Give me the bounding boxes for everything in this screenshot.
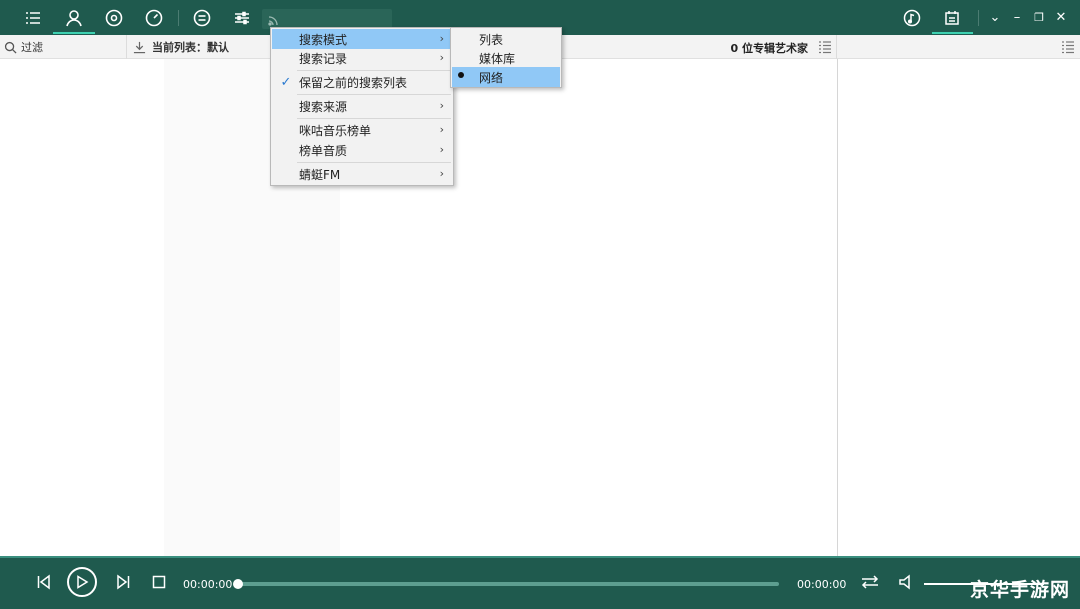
active-right-tab-indicator [932,32,973,34]
download-icon [133,41,146,53]
submenu-item-label: 媒体库 [479,51,516,66]
submenu-item-label: 网络 [479,70,504,85]
progress-bar[interactable] [238,582,779,586]
active-tab-indicator [53,32,95,34]
chevron-right-icon: › [439,123,444,136]
play-button[interactable] [67,567,97,597]
calendar-icon[interactable] [942,8,962,28]
total-time: 00:00:00 [797,578,847,591]
chevron-right-icon: › [439,167,444,180]
toolbar-divider [178,10,179,26]
menu-item-label: 搜索记录 [299,51,348,66]
menu-lines-icon[interactable] [1061,40,1075,54]
menu-divider [297,118,451,119]
progress-knob[interactable] [233,579,243,589]
search-mode-submenu: 列表 媒体库 网络 [450,27,562,88]
submenu-item-network[interactable]: 网络 [452,67,560,87]
toolbar-divider [126,35,127,59]
collapse-button[interactable]: ⌄ [988,10,1002,25]
equalizer-circle-icon[interactable] [192,8,212,28]
gauge-icon[interactable] [144,8,164,28]
menu-item-label: 搜索模式 [299,32,348,47]
playlist-pane[interactable] [837,59,1080,556]
repeat-icon[interactable] [860,573,880,591]
volume-icon[interactable] [897,573,915,591]
search-box[interactable] [262,9,392,29]
previous-icon[interactable] [35,573,53,591]
window-controls-divider [978,10,979,26]
next-icon[interactable] [114,573,132,591]
play-icon [77,575,89,589]
radio-bullet-icon [458,72,464,78]
album-artist-count: 0 位专辑艺术家 [730,42,808,55]
menu-item-label: 蜻蜓FM [299,167,341,182]
menu-item-label: 咪咕音乐榜单 [299,123,372,138]
checkmark-icon: ✓ [280,74,292,90]
menu-item-search-source[interactable]: 搜索来源 › [272,96,452,116]
menu-item-qingting-fm[interactable]: 蜻蜓FM › [272,164,452,184]
watermark: 京华手游网 [970,579,1071,601]
menu-divider [297,94,451,95]
chevron-right-icon: › [439,99,444,112]
filter-label: 过滤 [21,41,43,54]
disc-icon[interactable] [104,8,124,28]
list-icon[interactable] [23,8,43,28]
menu-item-chart-quality[interactable]: 榜单音质 › [272,140,452,160]
menu-item-migu-charts[interactable]: 咪咕音乐榜单 › [272,120,452,140]
menu-divider [297,70,451,71]
stop-icon[interactable] [151,574,167,590]
current-list-selector[interactable]: 当前列表：默认 [133,39,229,55]
search-icon [4,41,17,54]
chevron-right-icon: › [439,32,444,45]
elapsed-time: 00:00:00 [183,578,233,591]
sliders-icon[interactable] [232,8,252,28]
submenu-item-label: 列表 [479,32,504,47]
menu-item-label: 搜索来源 [299,99,348,114]
restore-button[interactable]: ❐ [1032,10,1046,24]
menu-item-search-mode[interactable]: 搜索模式 › [272,29,452,49]
music-note-circle-icon[interactable] [902,8,922,28]
menu-item-label: 保留之前的搜索列表 [299,75,408,90]
minimize-button[interactable]: – [1010,10,1024,25]
pane-divider [836,35,837,59]
menu-lines-icon[interactable] [818,40,832,54]
chevron-right-icon: › [439,143,444,156]
submenu-item-media-library[interactable]: 媒体库 [452,48,560,68]
menu-item-search-history[interactable]: 搜索记录 › [272,48,452,68]
search-context-menu: 搜索模式 › 搜索记录 › ✓ 保留之前的搜索列表 搜索来源 › 咪咕音乐榜单 … [270,27,454,186]
chevron-right-icon: › [439,51,444,64]
close-button[interactable]: ✕ [1054,10,1068,25]
submenu-item-list[interactable]: 列表 [452,29,560,49]
current-list-label: 当前列表：默认 [152,41,229,54]
filter-field[interactable]: 过滤 [4,39,43,55]
player-bar: 00:00:00 00:00:00 [0,556,1080,609]
menu-divider [297,162,451,163]
menu-item-keep-previous-results[interactable]: ✓ 保留之前的搜索列表 [272,72,452,92]
menu-item-label: 榜单音质 [299,143,348,158]
person-icon[interactable] [64,8,84,28]
